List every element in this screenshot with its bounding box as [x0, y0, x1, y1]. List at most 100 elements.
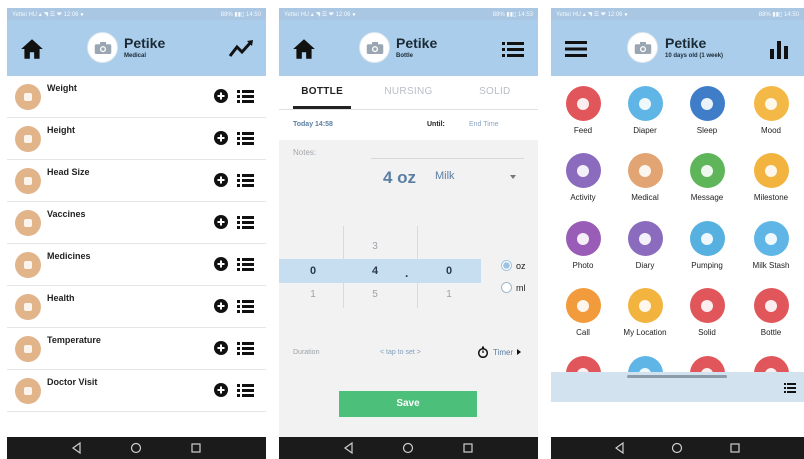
tile-my-location[interactable]: My Location [615, 288, 675, 337]
tab-nursing[interactable]: NURSING [365, 76, 451, 109]
milk-type-select[interactable]: Milk [435, 170, 455, 182]
notes-input[interactable] [371, 158, 524, 159]
list-icon[interactable] [784, 383, 796, 393]
list-item[interactable]: Head Size [7, 160, 266, 202]
tile-milestone[interactable]: Milestone [741, 153, 801, 202]
end-time-field[interactable]: End Time [469, 121, 499, 128]
tile-label: Bottle [760, 328, 782, 337]
avatar[interactable] [359, 32, 390, 63]
list-item[interactable]: Weight [7, 76, 266, 118]
list-icon[interactable] [237, 174, 254, 187]
amount-picker[interactable]: 0 1 3 4 5 . 0 1 oz ml [279, 226, 538, 308]
save-button[interactable]: Save [339, 391, 477, 417]
back-icon[interactable] [71, 442, 83, 454]
list-icon[interactable] [237, 342, 254, 355]
diaper-icon [627, 86, 663, 121]
add-icon[interactable] [214, 215, 228, 229]
duration-field[interactable]: < tap to set > [380, 349, 421, 356]
picker-column-decimal[interactable]: 0 1 [419, 226, 479, 307]
add-icon[interactable] [214, 257, 228, 271]
partial-icon [565, 356, 601, 372]
avatar[interactable] [87, 32, 118, 63]
picker-value: 3 [372, 241, 378, 252]
add-icon[interactable] [214, 341, 228, 355]
list-item[interactable]: Height [7, 118, 266, 160]
list-icon[interactable] [237, 132, 254, 145]
nav-bar [551, 437, 804, 459]
picker-column-units[interactable]: 3 4 5 [345, 226, 405, 307]
scale-icon [15, 84, 41, 110]
tile-photo[interactable]: Photo [553, 221, 613, 270]
tile-partial[interactable] [553, 356, 613, 372]
unit-radio-ml[interactable]: ml [501, 282, 526, 293]
list-item[interactable]: Doctor Visit [7, 370, 266, 412]
start-time-field[interactable]: Today 14:58 [293, 121, 333, 128]
home-nav-icon[interactable] [671, 442, 683, 454]
picker-selected-value: 0 [309, 265, 317, 277]
tile-call[interactable]: Call [553, 288, 613, 337]
tile-activity[interactable]: Activity [553, 153, 613, 202]
tab-bottle[interactable]: BOTTLE [279, 76, 365, 109]
drag-handle[interactable] [627, 375, 727, 378]
status-right: 88% ▮▮▯ 14:50 [758, 11, 799, 18]
list-item[interactable]: Health [7, 286, 266, 328]
tile-diary[interactable]: Diary [615, 221, 675, 270]
list-icon[interactable] [237, 384, 254, 397]
bar-chart-icon[interactable] [766, 36, 792, 62]
back-icon[interactable] [614, 442, 626, 454]
bottom-sheet[interactable] [551, 372, 804, 402]
timer-button[interactable]: Timer [477, 346, 522, 358]
list-item[interactable]: Medicines [7, 244, 266, 286]
tile-feed[interactable]: Feed [553, 86, 613, 135]
home-icon[interactable] [19, 36, 45, 62]
baby-bottle-icon [753, 288, 789, 323]
picker-divider [417, 226, 418, 308]
tile-label: Diaper [633, 126, 657, 135]
medical-list: Weight Height Head Size Vaccines Medicines He… [7, 76, 266, 412]
tile-milk-stash[interactable]: Milk Stash [741, 221, 801, 270]
chevron-down-icon[interactable] [510, 175, 516, 179]
hamburger-menu-icon[interactable] [563, 36, 589, 62]
recents-icon[interactable] [190, 442, 202, 454]
tile-pumping[interactable]: Pumping [677, 221, 737, 270]
camera-icon [634, 41, 651, 54]
tile-label: Solid [698, 328, 716, 337]
tile-mood[interactable]: Mood [741, 86, 801, 135]
tile-partial[interactable] [615, 356, 675, 372]
tile-message[interactable]: Message [677, 153, 737, 202]
tile-partial[interactable] [677, 356, 737, 372]
list-icon[interactable] [237, 300, 254, 313]
picker-column-whole[interactable]: 0 1 [283, 226, 343, 307]
tile-solid[interactable]: Solid [677, 288, 737, 337]
trend-chart-icon[interactable] [228, 36, 254, 62]
recents-icon[interactable] [729, 442, 741, 454]
home-nav-icon[interactable] [402, 442, 414, 454]
status-bar: Yettel HU ▴ ◥ ☰ ❤ 12:06 ● 88% ▮▮▯ 14:50 [551, 8, 804, 20]
tile-bottle[interactable]: Bottle [741, 288, 801, 337]
avatar[interactable] [627, 32, 658, 63]
list-item[interactable]: Temperature [7, 328, 266, 370]
unit-radio-oz[interactable]: oz [501, 260, 526, 271]
list-item[interactable]: Vaccines [7, 202, 266, 244]
add-icon[interactable] [214, 299, 228, 313]
tab-solid[interactable]: SOLID [452, 76, 538, 109]
status-right: 88% ▮▮▯ 14:53 [492, 11, 533, 18]
list-icon[interactable] [237, 258, 254, 271]
home-icon[interactable] [291, 36, 317, 62]
list-icon[interactable] [500, 36, 526, 62]
add-icon[interactable] [214, 383, 228, 397]
list-icon[interactable] [237, 90, 254, 103]
recents-icon[interactable] [462, 442, 474, 454]
list-icon[interactable] [237, 216, 254, 229]
picker-value: 1 [446, 289, 452, 300]
add-icon[interactable] [214, 89, 228, 103]
tile-diaper[interactable]: Diaper [615, 86, 675, 135]
back-icon[interactable] [343, 442, 355, 454]
tile-medical[interactable]: Medical [615, 153, 675, 202]
add-icon[interactable] [214, 131, 228, 145]
notes-label: Notes: [293, 148, 317, 157]
tile-partial[interactable] [741, 356, 801, 372]
add-icon[interactable] [214, 173, 228, 187]
home-nav-icon[interactable] [130, 442, 142, 454]
tile-sleep[interactable]: Sleep [677, 86, 737, 135]
